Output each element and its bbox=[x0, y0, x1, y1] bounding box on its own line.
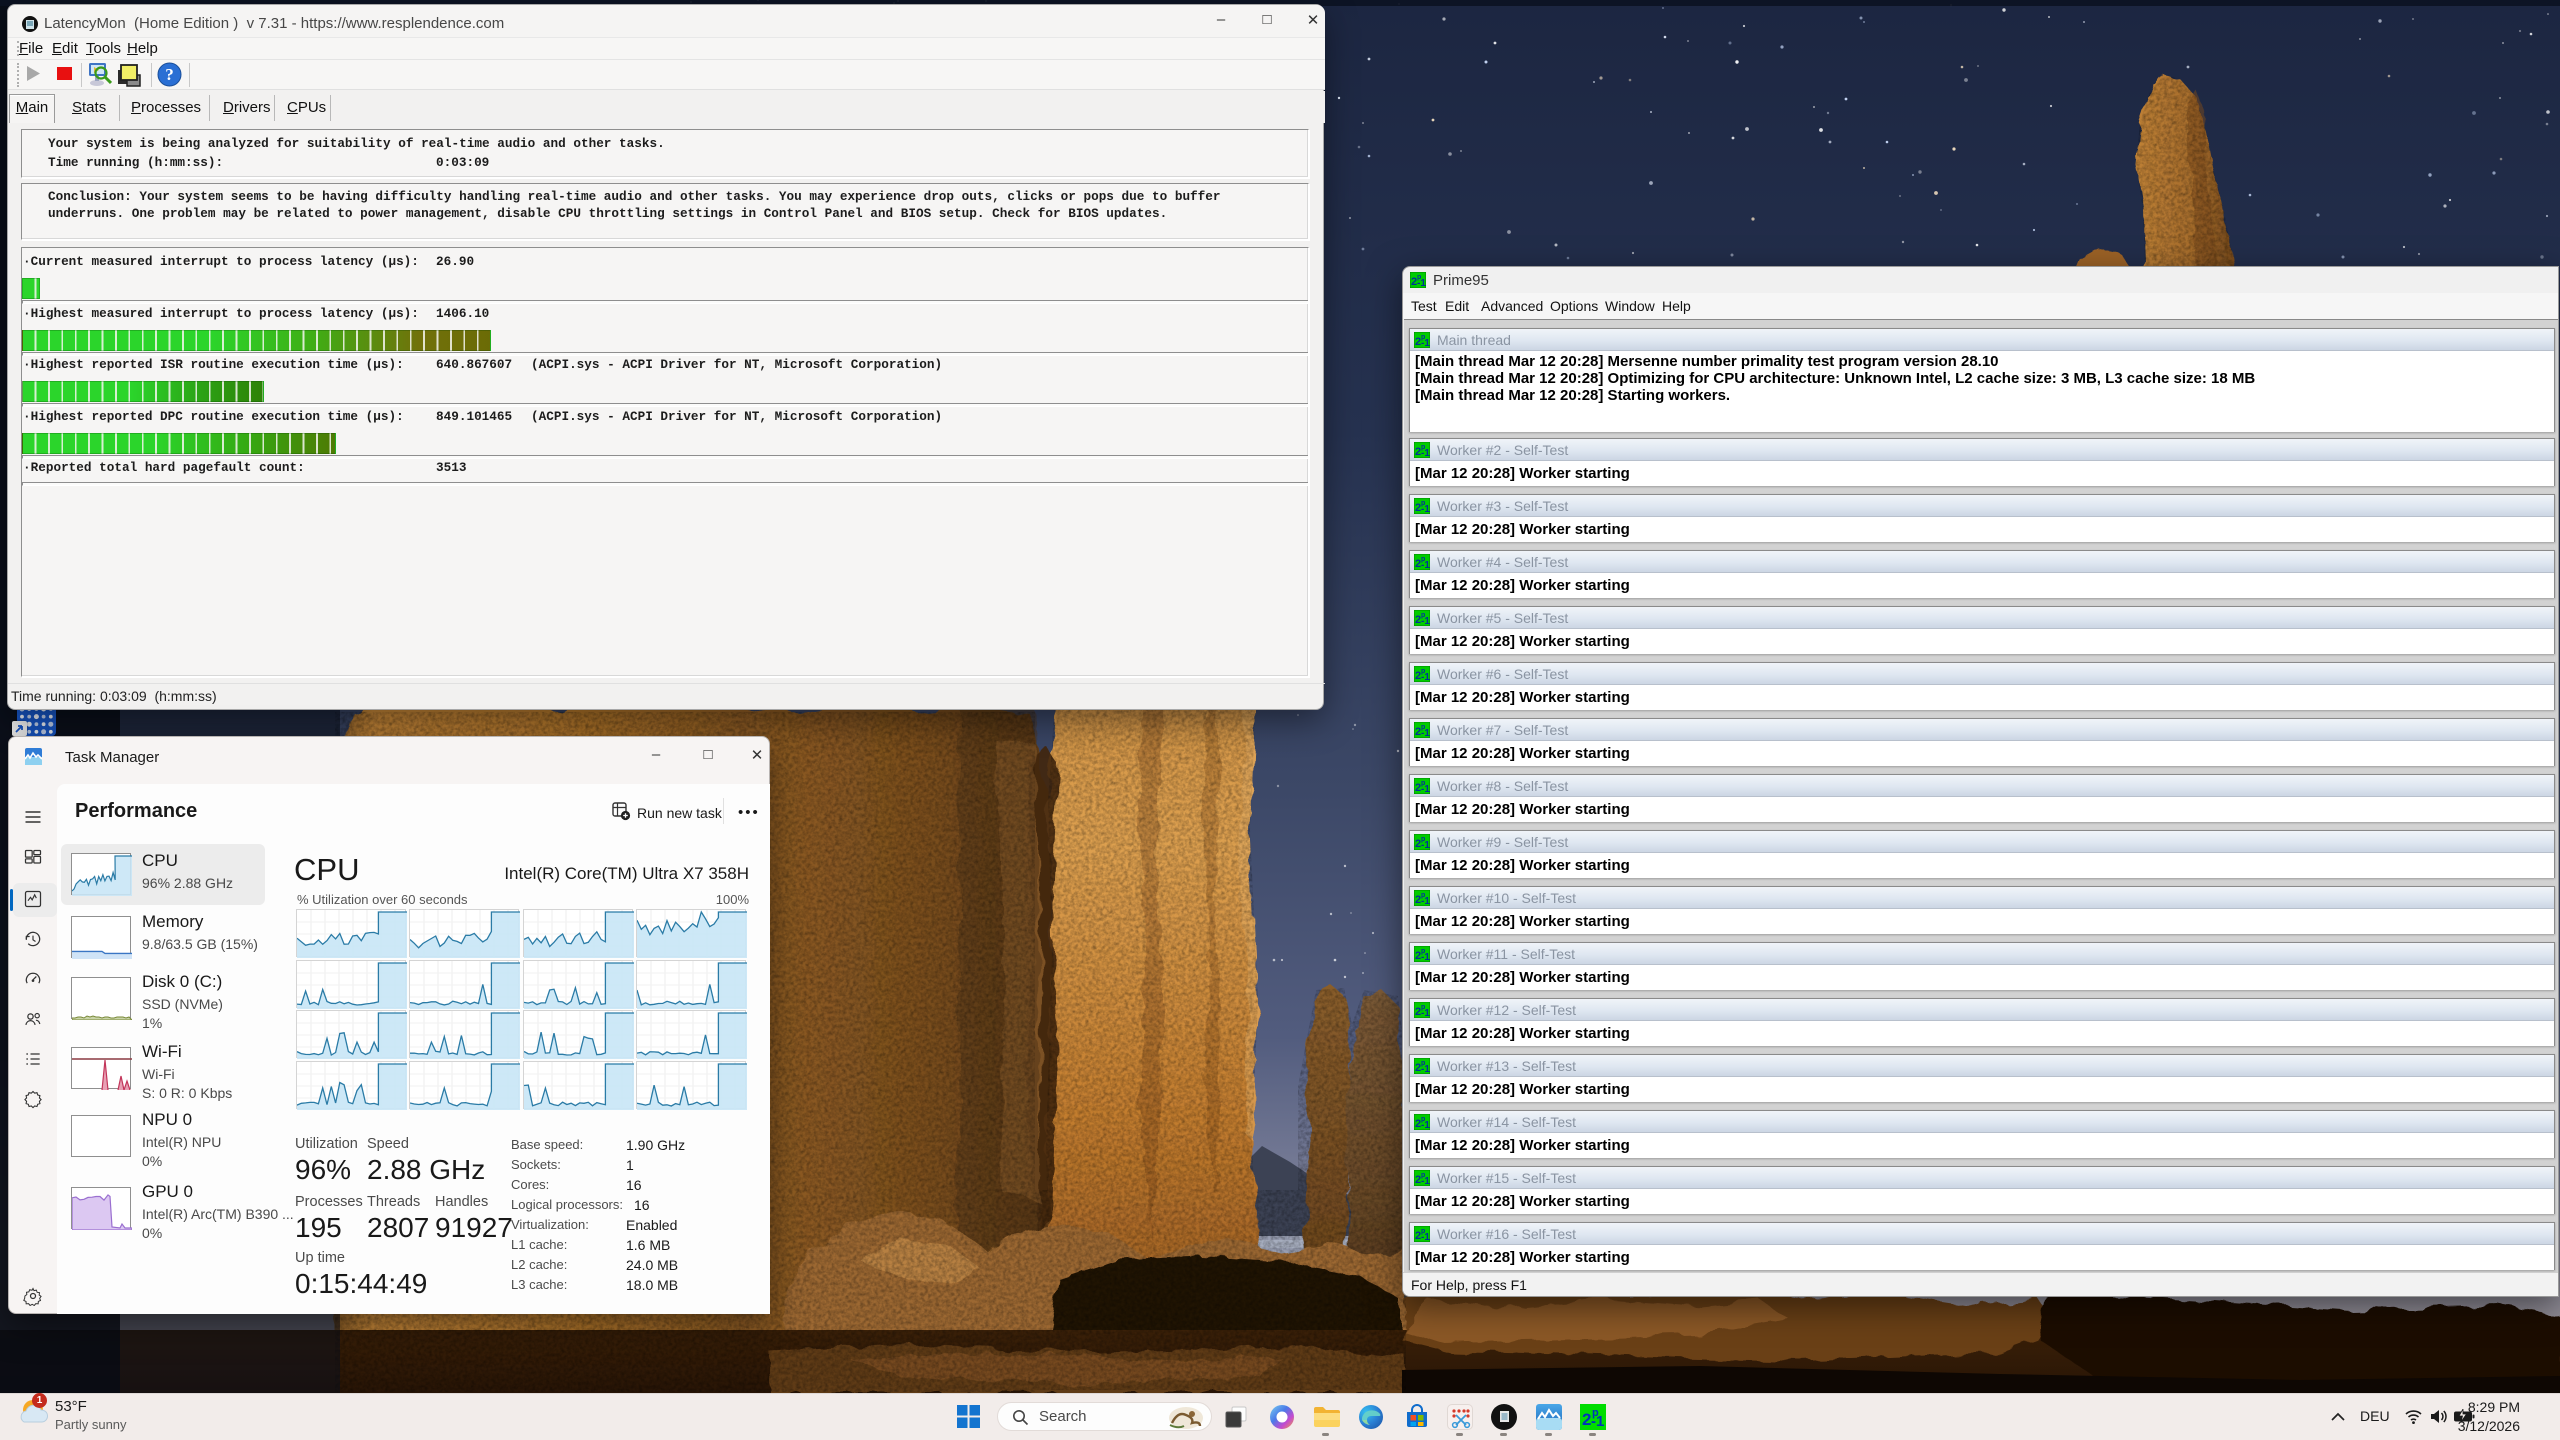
svg-text:-1: -1 bbox=[1421, 840, 1430, 850]
svg-text:-1: -1 bbox=[1421, 448, 1430, 458]
svg-text:?: ? bbox=[165, 65, 174, 84]
svg-text:-1: -1 bbox=[1421, 1120, 1430, 1130]
svg-text:-1: -1 bbox=[1421, 784, 1430, 794]
svg-text:-1: -1 bbox=[1421, 560, 1430, 570]
svg-text:-1: -1 bbox=[1421, 1232, 1430, 1242]
svg-text:-1: -1 bbox=[1417, 278, 1426, 288]
svg-text:-1: -1 bbox=[1421, 1176, 1430, 1186]
svg-text:-1: -1 bbox=[1421, 616, 1430, 626]
svg-text:-1: -1 bbox=[1421, 1064, 1430, 1074]
svg-text:-1: -1 bbox=[1421, 338, 1430, 348]
svg-text:-1: -1 bbox=[1421, 952, 1430, 962]
svg-text:-1: -1 bbox=[1421, 896, 1430, 906]
svg-text:-1: -1 bbox=[1421, 1008, 1430, 1018]
svg-text:-1: -1 bbox=[1421, 504, 1430, 514]
svg-text:-1: -1 bbox=[1421, 672, 1430, 682]
svg-text:-1: -1 bbox=[1421, 728, 1430, 738]
svg-text:-1: -1 bbox=[1591, 1413, 1604, 1430]
